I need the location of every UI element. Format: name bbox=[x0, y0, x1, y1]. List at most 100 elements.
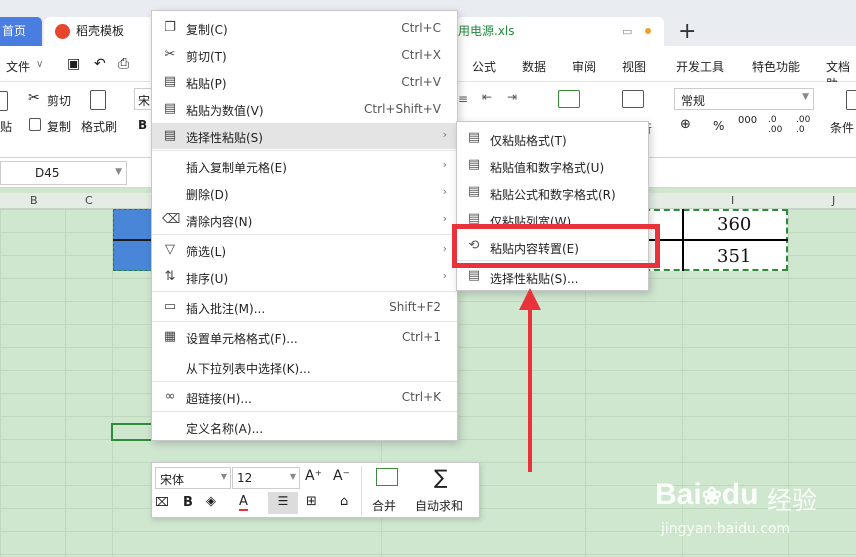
font-name-value: 宋体 bbox=[160, 473, 185, 487]
menu-file[interactable]: 文件 bbox=[6, 58, 30, 75]
font-color-button[interactable]: A bbox=[239, 494, 248, 511]
menu-separator bbox=[152, 321, 457, 322]
border-icon[interactable]: ⊞ bbox=[306, 494, 317, 509]
menu-item-insert-comment[interactable]: ▭ 插入批注(M)... Shift+F2 bbox=[152, 294, 457, 320]
menu-separator bbox=[152, 234, 457, 235]
menu-formula[interactable]: 公式 bbox=[472, 58, 496, 75]
new-tab-button[interactable]: + bbox=[678, 17, 696, 46]
font-size-select[interactable]: 12 ▼ bbox=[232, 467, 300, 489]
menu-data[interactable]: 数据 bbox=[522, 58, 546, 75]
menu-item-hyperlink[interactable]: ∞ 超链接(H)... Ctrl+K bbox=[152, 384, 457, 410]
submenu-paste-format-only[interactable]: ▤ 仅粘贴格式(T) bbox=[457, 125, 648, 152]
menu-item-label: 选择性粘贴(S) bbox=[186, 131, 263, 145]
menu-developer[interactable]: 开发工具 bbox=[676, 58, 724, 75]
align-icon[interactable]: ≡ bbox=[458, 92, 468, 106]
menu-item-sort[interactable]: ⇅ 排序(U) › bbox=[152, 264, 457, 290]
tab-template[interactable]: 稻壳模板 bbox=[44, 17, 154, 46]
menu-item-delete[interactable]: 删除(D) › bbox=[152, 180, 457, 206]
fill-color-icon[interactable]: ◈ bbox=[206, 494, 216, 509]
currency-icon[interactable]: ⊕ bbox=[680, 117, 691, 132]
menu-item-cut[interactable]: ✂ 剪切(T) Ctrl+X bbox=[152, 42, 457, 68]
menu-item-copy[interactable]: ❐ 复制(C) Ctrl+C bbox=[152, 15, 457, 41]
menu-item-define-name[interactable]: 定义名称(A)... bbox=[152, 414, 457, 440]
column-header-j[interactable]: J bbox=[832, 194, 835, 207]
align-center-button[interactable]: ☰ bbox=[268, 492, 298, 514]
conditional-format-button[interactable]: 条件 bbox=[830, 119, 854, 136]
paste-special-icon: ▤ bbox=[467, 268, 481, 283]
number-format-value: 常规 bbox=[681, 94, 706, 108]
context-menu: ❐ 复制(C) Ctrl+C ✂ 剪切(T) Ctrl+X ▤ 粘贴(P) Ct… bbox=[151, 10, 458, 441]
link-icon: ∞ bbox=[164, 389, 176, 404]
autosum-button[interactable]: 自动求和 bbox=[415, 497, 463, 514]
clear-format-icon[interactable]: ⌧ bbox=[155, 495, 169, 509]
mini-toolbar: 宋体 ▼ 12 ▼ A⁺ A⁻ ⌧ B ◈ A ☰ ⊞ ⌂ 合并 ∑ 自动求和 bbox=[151, 462, 480, 518]
active-cell[interactable] bbox=[111, 423, 153, 441]
filter-icon: ▽ bbox=[165, 242, 175, 257]
arrow-shaft bbox=[528, 300, 532, 472]
tab-home[interactable]: 首页 bbox=[0, 17, 42, 46]
tab-file[interactable]: 用电源.xls bbox=[456, 17, 664, 46]
screen-icon[interactable]: ▭ bbox=[622, 17, 632, 46]
menu-review[interactable]: 审阅 bbox=[572, 58, 596, 75]
paint-bucket-icon[interactable]: ⌂ bbox=[340, 494, 348, 509]
font-name-select[interactable]: 宋体 ▼ bbox=[155, 467, 231, 489]
submenu-label: 粘贴公式和数字格式(R) bbox=[490, 188, 616, 202]
column-header-i[interactable]: I bbox=[731, 194, 734, 207]
bold-button[interactable]: B bbox=[183, 495, 193, 510]
paste-special-icon: ▤ bbox=[163, 128, 177, 143]
increase-decimal-button[interactable]: .0 .00 bbox=[768, 115, 790, 135]
menu-item-insert-copied[interactable]: 插入复制单元格(E) › bbox=[152, 153, 457, 179]
paste-formula-icon: ▤ bbox=[467, 184, 481, 199]
menu-item-paste[interactable]: ▤ 粘贴(P) Ctrl+V bbox=[152, 69, 457, 95]
menu-item-label: 复制(C) bbox=[186, 23, 228, 37]
chevron-right-icon: › bbox=[442, 128, 447, 141]
menu-item-paste-special[interactable]: ▤ 选择性粘贴(S) › bbox=[152, 123, 457, 149]
column-header-b[interactable]: B bbox=[30, 194, 38, 207]
decrease-decimal-button[interactable]: .00 .0 bbox=[796, 115, 818, 135]
percent-button[interactable]: % bbox=[713, 119, 724, 133]
menu-item-pick-from-list[interactable]: 从下拉列表中选择(K)... bbox=[152, 354, 457, 380]
format-painter-button[interactable]: 格式刷 bbox=[81, 118, 117, 135]
name-box[interactable]: D45 ▼ bbox=[0, 161, 127, 185]
paste-label[interactable]: 贴 bbox=[0, 118, 12, 135]
name-box-value: D45 bbox=[35, 166, 60, 180]
indent-icon[interactable]: ⇤ bbox=[482, 90, 492, 104]
menu-item-label: 排序(U) bbox=[186, 272, 229, 286]
undo-icon[interactable]: ↶ bbox=[94, 56, 106, 72]
submenu-label: 仅粘贴格式(T) bbox=[490, 134, 567, 148]
copy-button[interactable]: 复制 bbox=[47, 118, 71, 135]
menu-item-label: 设置单元格格式(F)... bbox=[186, 332, 298, 346]
menu-item-format-cells[interactable]: ▦ 设置单元格格式(F)... Ctrl+1 bbox=[152, 324, 457, 350]
submenu-paste-values-number-format[interactable]: ▤ 粘贴值和数字格式(U) bbox=[457, 152, 648, 179]
submenu-label: 选择性粘贴(S)... bbox=[490, 272, 579, 286]
wrap-icon[interactable] bbox=[622, 90, 644, 108]
cell-value[interactable]: 360 bbox=[717, 214, 751, 235]
shrink-font-button[interactable]: A⁻ bbox=[333, 468, 350, 484]
menu-separator bbox=[152, 291, 457, 292]
menu-features[interactable]: 特色功能 bbox=[752, 58, 800, 75]
save-icon[interactable]: ▣ bbox=[67, 56, 80, 72]
cell-value[interactable]: 351 bbox=[717, 246, 751, 267]
copy-icon bbox=[29, 118, 41, 131]
thousands-button[interactable]: 000 bbox=[738, 115, 757, 126]
paste-icon[interactable] bbox=[0, 91, 8, 111]
column-header-c[interactable]: C bbox=[85, 194, 93, 207]
paste-values-icon: ▤ bbox=[467, 157, 481, 172]
submenu-paste-formula-number-format[interactable]: ▤ 粘贴公式和数字格式(R) bbox=[457, 179, 648, 206]
menu-item-shortcut: Ctrl+V bbox=[401, 75, 441, 89]
bold-button[interactable]: B bbox=[138, 118, 147, 132]
merge-icon[interactable] bbox=[558, 90, 580, 108]
cut-button[interactable]: 剪切 bbox=[47, 92, 71, 109]
number-format-select[interactable]: 常规 ▼ bbox=[674, 88, 814, 110]
menu-item-clear[interactable]: ⌫ 清除内容(N) › bbox=[152, 207, 457, 233]
grow-font-button[interactable]: A⁺ bbox=[305, 468, 322, 484]
menu-view[interactable]: 视图 bbox=[622, 58, 646, 75]
menu-item-filter[interactable]: ▽ 筛选(L) › bbox=[152, 237, 457, 263]
sort-icon: ⇅ bbox=[164, 269, 176, 284]
print-icon[interactable]: ⎙ bbox=[118, 56, 129, 72]
highlight-box bbox=[452, 224, 660, 268]
merge-button[interactable]: 合并 bbox=[372, 497, 396, 514]
outdent-icon[interactable]: ⇥ bbox=[507, 90, 517, 104]
menu-item-paste-values[interactable]: ▤ 粘贴为数值(V) Ctrl+Shift+V bbox=[152, 96, 457, 122]
chevron-down-icon[interactable]: ∨ bbox=[36, 59, 43, 70]
